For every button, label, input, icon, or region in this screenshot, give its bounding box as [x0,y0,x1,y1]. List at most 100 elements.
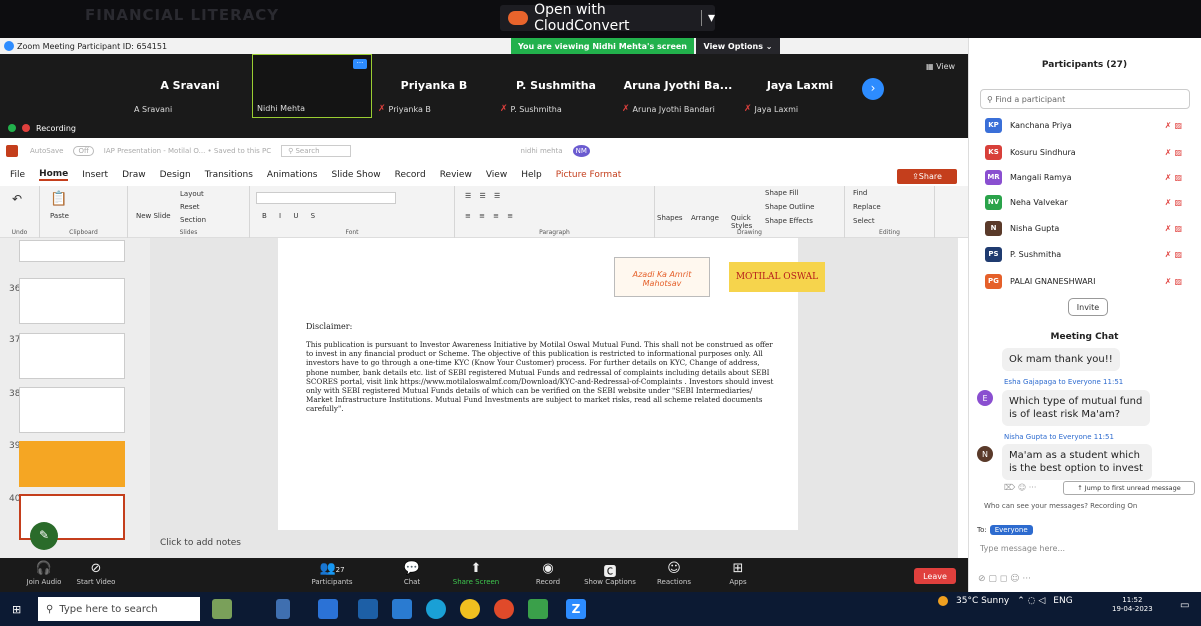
task-view-icon[interactable] [276,599,290,619]
language[interactable]: ENG [1053,596,1072,606]
share-screen-button[interactable]: ⬆ Share Screen [446,561,506,586]
participant-row[interactable]: MR Mangali Ramya ✗▨ [985,168,1185,186]
shape-effects-button[interactable]: Shape Effects [765,217,813,225]
tab-draw[interactable]: Draw [122,170,146,180]
more-icon[interactable]: ··· [353,59,367,69]
participant-row[interactable]: KS Kosuru Sindhura ✗▨ [985,143,1185,161]
shapes-button[interactable]: Shapes [657,214,683,222]
tab-file[interactable]: File [10,170,25,180]
jump-to-unread-button[interactable]: ↑ Jump to first unread message [1063,481,1195,495]
tab-design[interactable]: Design [160,170,191,180]
find-button[interactable]: Find [853,189,867,197]
tab-home[interactable]: Home [39,169,69,181]
chrome-icon[interactable] [460,599,480,619]
participant-row[interactable]: NV Neha Valvekar ✗▨ [985,193,1185,211]
tab-record[interactable]: Record [395,170,426,180]
tab-view[interactable]: View [486,170,507,180]
video-tile[interactable]: Jaya Laxmi ✗ Jaya Laxmi [740,54,860,118]
section-button[interactable]: Section [180,216,206,224]
weather-text[interactable]: 35°C Sunny [956,596,1009,606]
tab-animations[interactable]: Animations [267,170,318,180]
store-icon[interactable] [358,599,378,619]
chat-format-icons[interactable]: ⊘ ▢ ◻ ☺ ··· [978,574,1031,584]
record-button[interactable]: ◉ Record [518,561,578,586]
paste-label[interactable]: Paste [50,212,69,220]
tab-help[interactable]: Help [521,170,542,180]
layout-button[interactable]: Layout [180,190,204,198]
file-explorer-icon[interactable] [318,599,338,619]
video-tile[interactable]: Priyanka B ✗ Priyanka B [374,54,494,118]
align-icons[interactable]: ≡ ≡ ≡ ≡ [465,212,516,220]
new-slide-button[interactable]: New Slide [136,212,171,220]
slide-thumbnail[interactable] [19,387,125,433]
join-audio-button[interactable]: 🎧 Join Audio [14,561,74,586]
notification-icon[interactable]: ▭ [1180,600,1189,611]
video-tile[interactable]: A Sravani A Sravani [130,54,250,118]
taskbar-widget-icon[interactable] [212,599,232,619]
recipient-dropdown[interactable]: Everyone [989,525,1033,535]
invite-button[interactable]: Invite [1068,298,1108,316]
zoom-taskbar-icon[interactable]: Z [566,599,586,619]
autosave-toggle[interactable]: Off [73,146,94,156]
shape-outline-button[interactable]: Shape Outline [765,203,814,211]
tab-review[interactable]: Review [440,170,472,180]
tab-transitions[interactable]: Transitions [205,170,253,180]
participant-search-input[interactable]: ⚲ Find a participant [980,89,1190,109]
next-page-icon[interactable]: › [862,78,884,100]
tab-insert[interactable]: Insert [82,170,108,180]
participant-row[interactable]: KP Kanchana Priya ✗▨ [985,116,1185,134]
edge-icon[interactable] [426,599,446,619]
tray-icons[interactable]: ⌃ ◌ ◁ [1017,596,1045,606]
video-tile-active[interactable]: ··· Nidhi Mehta [252,54,372,118]
azadi-logo[interactable]: Azadi Ka Amrit Mahotsav [614,257,710,297]
participant-row[interactable]: N Nisha Gupta ✗▨ [985,219,1185,237]
windows-start-icon[interactable]: ⊞ [12,603,21,616]
quick-styles-button[interactable]: Quick Styles [731,214,755,230]
participant-row[interactable]: PG PALAI GNANESHWARI ✗▨ [985,272,1185,290]
font-name-box[interactable] [256,192,396,204]
mail-icon[interactable] [392,599,412,619]
chrome-profile-icon[interactable] [494,599,514,619]
participants-button[interactable]: 👥27 Participants [302,561,362,586]
slide-thumbnail[interactable] [19,333,125,379]
show-captions-button[interactable]: 🅲 Show Captions [580,561,640,586]
view-options-button[interactable]: View Options ⌄ [696,38,780,54]
start-video-button[interactable]: ⊘ Start Video [66,561,126,586]
pen-icon[interactable]: ✎ [30,522,58,550]
chevron-down-icon[interactable]: ▾ [708,10,715,26]
video-tile[interactable]: Aruna Jyothi Ba... ✗ Aruna Jyothi Bandari [618,54,738,118]
muted-icons: ✗▨ [1164,276,1185,286]
share-button[interactable]: ⇪ Share [897,169,957,184]
user-avatar[interactable]: NM [572,145,590,157]
photos-icon[interactable] [528,599,548,619]
replace-button[interactable]: Replace [853,203,881,211]
list-icons[interactable]: ☰ ☰ ☰ [465,192,503,200]
taskbar-search[interactable]: ⚲ Type here to search [38,597,200,621]
select-button[interactable]: Select [853,217,875,225]
tab-picture-format[interactable]: Picture Format [556,170,622,180]
apps-button[interactable]: ⊞ Apps [708,561,768,586]
slide-thumbnail[interactable] [19,278,125,324]
search-box[interactable]: ⚲ Search [281,145,351,157]
slide-thumbnail[interactable] [19,441,125,487]
font-format-icons[interactable]: B I U S [262,212,320,220]
slide-thumbnail[interactable] [19,240,125,262]
view-button[interactable]: ▦ View [926,62,955,71]
shape-fill-button[interactable]: Shape Fill [765,189,799,197]
reactions-button[interactable]: ☺ Reactions [644,561,704,586]
notes-placeholder[interactable]: Click to add notes [160,538,241,548]
cloudconvert-button[interactable]: Open with CloudConvert ▾ [500,2,715,34]
tab-slideshow[interactable]: Slide Show [331,170,380,180]
chat-button[interactable]: 💬 Chat [382,561,442,586]
paste-icon[interactable]: 📋 [50,191,67,207]
chat-visibility-note[interactable]: Who can see your messages? Recording On [984,502,1137,510]
taskbar-clock[interactable]: 11:52 19-04-2023 [1112,596,1153,614]
participant-row[interactable]: PS P. Sushmitha ✗▨ [985,245,1185,263]
reset-button[interactable]: Reset [180,203,200,211]
leave-button[interactable]: Leave [914,568,956,584]
video-tile[interactable]: P. Sushmitha ✗ P. Sushmitha [496,54,616,118]
undo-icon[interactable]: ↶ [12,192,22,206]
message-actions-icons[interactable]: ⌦ ☺ ··· [1004,483,1036,492]
arrange-button[interactable]: Arrange [691,214,719,222]
chat-input[interactable]: Type message here... [980,544,1065,553]
